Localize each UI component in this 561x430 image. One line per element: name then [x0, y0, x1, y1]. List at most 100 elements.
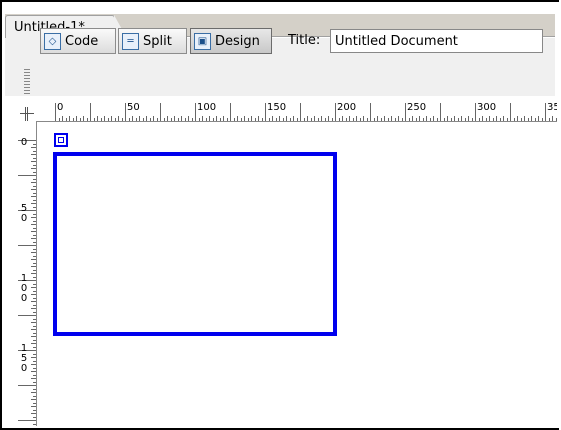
- ruler-tick: [394, 118, 396, 121]
- ruler-tick: [202, 116, 203, 121]
- ruler-tick: [436, 118, 438, 121]
- ruler-tick: [93, 118, 95, 121]
- ruler-tick: [31, 154, 36, 155]
- ruler-tick: [31, 399, 36, 400]
- ruler-tick: [342, 116, 343, 121]
- ruler-tick: [72, 118, 74, 121]
- ruler-tick: [226, 118, 228, 121]
- ruler-tick: [31, 294, 36, 295]
- ruler-tick: [464, 118, 466, 121]
- ruler-tick: [314, 116, 315, 121]
- ruler-tick: [142, 118, 144, 121]
- ruler-tick: [548, 118, 550, 121]
- ruler-tick: [62, 116, 63, 121]
- vertical-ruler[interactable]: 050100150: [18, 121, 37, 426]
- ruler-tick: [33, 318, 36, 320]
- ruler-tick: [69, 116, 70, 121]
- ruler-tick: [146, 116, 147, 121]
- ruler-tick: [111, 116, 112, 121]
- ruler-tick: [128, 118, 130, 121]
- ruler-tick: [31, 168, 36, 169]
- ruler-tick: [457, 118, 459, 121]
- ruler-tick: [251, 116, 252, 121]
- ruler-tick: [429, 118, 431, 121]
- ap-div-marker-icon[interactable]: [54, 133, 68, 147]
- ruler-tick: [31, 329, 36, 330]
- code-view-button[interactable]: ◇ Code: [40, 28, 116, 54]
- ruler-tick: [31, 238, 36, 239]
- ruler-tick: [90, 103, 91, 121]
- ruler-tick: [31, 378, 36, 379]
- ruler-tick: [65, 118, 67, 121]
- ruler-tick: [517, 116, 518, 121]
- ruler-tick: [97, 116, 98, 121]
- ruler-tick: [33, 353, 36, 355]
- ruler-tick: [545, 103, 546, 121]
- ruler-tick: [33, 381, 36, 383]
- toolbar-grip-icon[interactable]: [24, 69, 30, 95]
- ruler-tick: [471, 118, 473, 121]
- title-label: Title:: [288, 33, 321, 48]
- ruler-tick: [237, 116, 238, 121]
- design-view-button[interactable]: ▣ Design: [190, 28, 272, 54]
- ruler-tick: [104, 116, 105, 121]
- ruler-tick: [114, 118, 116, 121]
- ruler-tick: [33, 346, 36, 348]
- ruler-tick: [524, 116, 525, 121]
- ruler-tick: [33, 255, 36, 257]
- ruler-tick: [331, 118, 333, 121]
- ruler-tick: [450, 118, 452, 121]
- ruler-tick: [163, 118, 165, 121]
- ruler-tick: [349, 116, 350, 121]
- ruler-tick: [377, 116, 378, 121]
- ruler-tick: [219, 118, 221, 121]
- ruler-tick: [31, 308, 36, 309]
- ruler-tick: [520, 118, 522, 121]
- ruler-tick: [86, 118, 88, 121]
- ruler-tick: [303, 118, 305, 121]
- ruler-tick: [485, 118, 487, 121]
- ruler-tick: [275, 118, 277, 121]
- ruler-tick: [33, 395, 36, 397]
- ruler-tick: [31, 273, 36, 274]
- ruler-tick: [139, 116, 140, 121]
- ruler-tick: [31, 147, 36, 148]
- ruler-origin[interactable]: [18, 103, 36, 121]
- ruler-tick: [454, 116, 455, 121]
- ruler-tick: [492, 118, 494, 121]
- ruler-label: 100: [197, 103, 217, 113]
- ruler-tick: [422, 118, 424, 121]
- ruler-tick: [33, 227, 36, 229]
- title-input[interactable]: [330, 29, 543, 53]
- ruler-tick: [33, 143, 36, 145]
- ruler-tick: [541, 118, 543, 121]
- ruler-tick: [33, 388, 36, 390]
- absolute-div-selection[interactable]: [53, 152, 337, 336]
- ruler-tick: [261, 118, 263, 121]
- ruler-tick: [33, 234, 36, 236]
- ruler-tick: [363, 116, 364, 121]
- ruler-tick: [33, 199, 36, 201]
- ruler-tick: [125, 103, 126, 121]
- ruler-tick: [31, 301, 36, 302]
- ruler-tick: [475, 103, 476, 121]
- ruler-label: 300: [477, 103, 497, 113]
- ruler-tick: [31, 182, 36, 183]
- ruler-tick: [33, 332, 36, 334]
- ruler-tick: [212, 118, 214, 121]
- ruler-tick: [503, 116, 504, 121]
- ruler-label: 0: [57, 103, 64, 113]
- ruler-tick: [79, 118, 81, 121]
- ruler-tick: [254, 118, 256, 121]
- ruler-tick: [293, 116, 294, 121]
- ruler-tick: [184, 118, 186, 121]
- ruler-tick: [366, 118, 368, 121]
- ruler-tick: [33, 297, 36, 299]
- ruler-tick: [552, 116, 553, 121]
- ruler-label: 250: [407, 103, 427, 113]
- split-view-button[interactable]: ═ Split: [118, 28, 187, 54]
- ruler-tick: [33, 185, 36, 187]
- ruler-tick: [118, 116, 119, 121]
- ruler-tick: [398, 116, 399, 121]
- horizontal-ruler[interactable]: 0 50 100 150 200 250 300 350: [36, 103, 557, 122]
